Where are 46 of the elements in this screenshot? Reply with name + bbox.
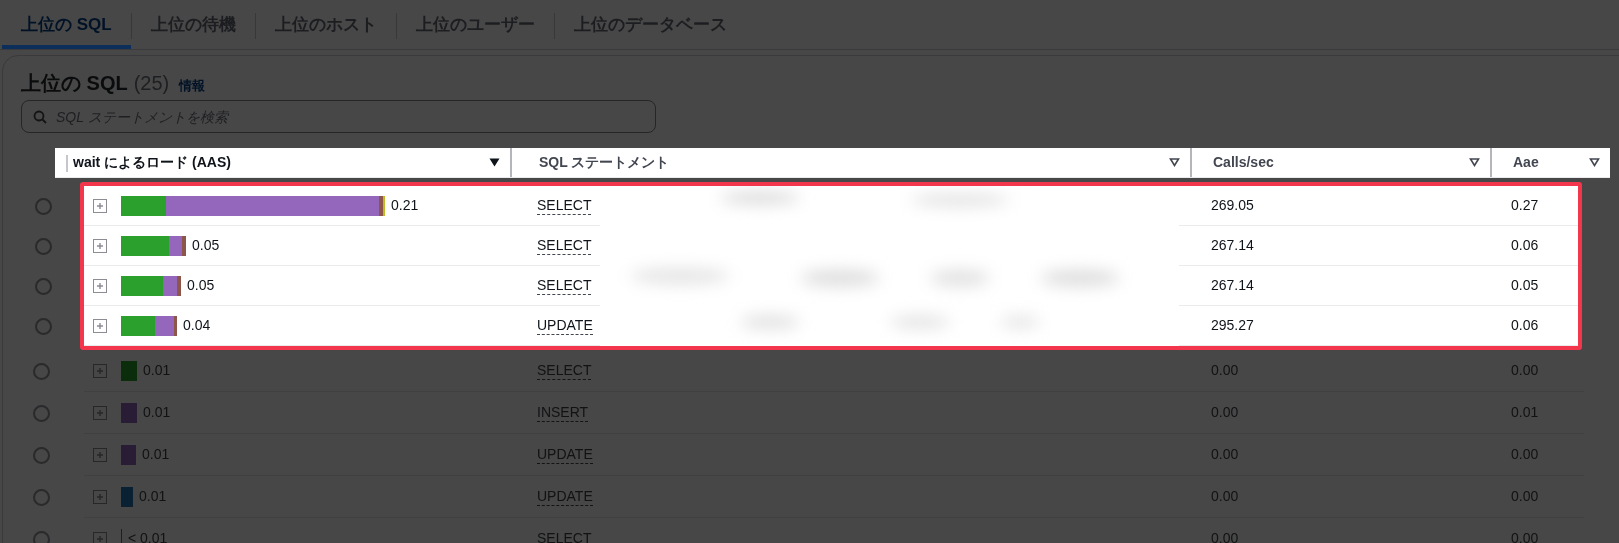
- table-cell-text: 269.05: [1211, 196, 1255, 215]
- sql-link[interactable]: SELECT: [537, 236, 592, 255]
- radio-button[interactable]: [34, 197, 52, 215]
- load-value: 0.05: [192, 236, 220, 255]
- radio-button[interactable]: [34, 237, 52, 255]
- sort-icon[interactable]: [1169, 158, 1180, 167]
- table-cell-text: 0.27: [1511, 196, 1539, 215]
- tab[interactable]: 上位の SQL: [2, 0, 131, 49]
- load-value: 0.21: [391, 196, 419, 215]
- sort-icon[interactable]: [1469, 158, 1480, 167]
- table-cell-text: 0.06: [1511, 316, 1539, 335]
- expand-icon[interactable]: [93, 198, 107, 213]
- table-cell-text: 295.27: [1211, 316, 1255, 335]
- expand-icon[interactable]: [93, 318, 107, 333]
- column-header[interactable]: Calls/sec: [1213, 152, 1274, 173]
- column-header[interactable]: wait によるロード (AAS): [73, 152, 231, 173]
- radio-button[interactable]: [34, 317, 52, 335]
- expand-icon[interactable]: [93, 447, 107, 462]
- table-cell-text: 267.14: [1211, 276, 1255, 295]
- expand-icon[interactable]: [93, 363, 107, 378]
- expand-icon[interactable]: [93, 531, 107, 543]
- load-value: 0.05: [187, 276, 215, 295]
- sql-link[interactable]: SELECT: [537, 276, 592, 295]
- column-header[interactable]: SQL ステートメント: [539, 152, 670, 173]
- sort-icon[interactable]: [1589, 158, 1600, 167]
- expand-icon[interactable]: [93, 238, 107, 253]
- table-cell-text: 0.05: [1511, 276, 1539, 295]
- sql-link[interactable]: UPDATE: [537, 316, 593, 335]
- radio-button[interactable]: [33, 446, 50, 464]
- table-cell-text: 267.14: [1211, 236, 1255, 255]
- radio-button[interactable]: [33, 530, 50, 543]
- info-link[interactable]: 情報: [179, 76, 206, 96]
- load-value: 0.04: [183, 316, 211, 335]
- sql-link[interactable]: SELECT: [537, 196, 592, 215]
- expand-icon[interactable]: [93, 405, 107, 420]
- expand-icon[interactable]: [93, 489, 107, 504]
- radio-button[interactable]: [33, 362, 50, 380]
- search-icon: [33, 110, 47, 124]
- panel-title: 上位の SQL: [21, 71, 128, 96]
- expand-icon[interactable]: [93, 278, 107, 293]
- sort-icon[interactable]: [489, 158, 500, 167]
- radio-button[interactable]: [34, 277, 52, 295]
- table-cell-text: 0.06: [1511, 236, 1539, 255]
- radio-button[interactable]: [33, 488, 50, 506]
- column-header[interactable]: Aae: [1513, 152, 1539, 173]
- radio-button[interactable]: [33, 404, 50, 422]
